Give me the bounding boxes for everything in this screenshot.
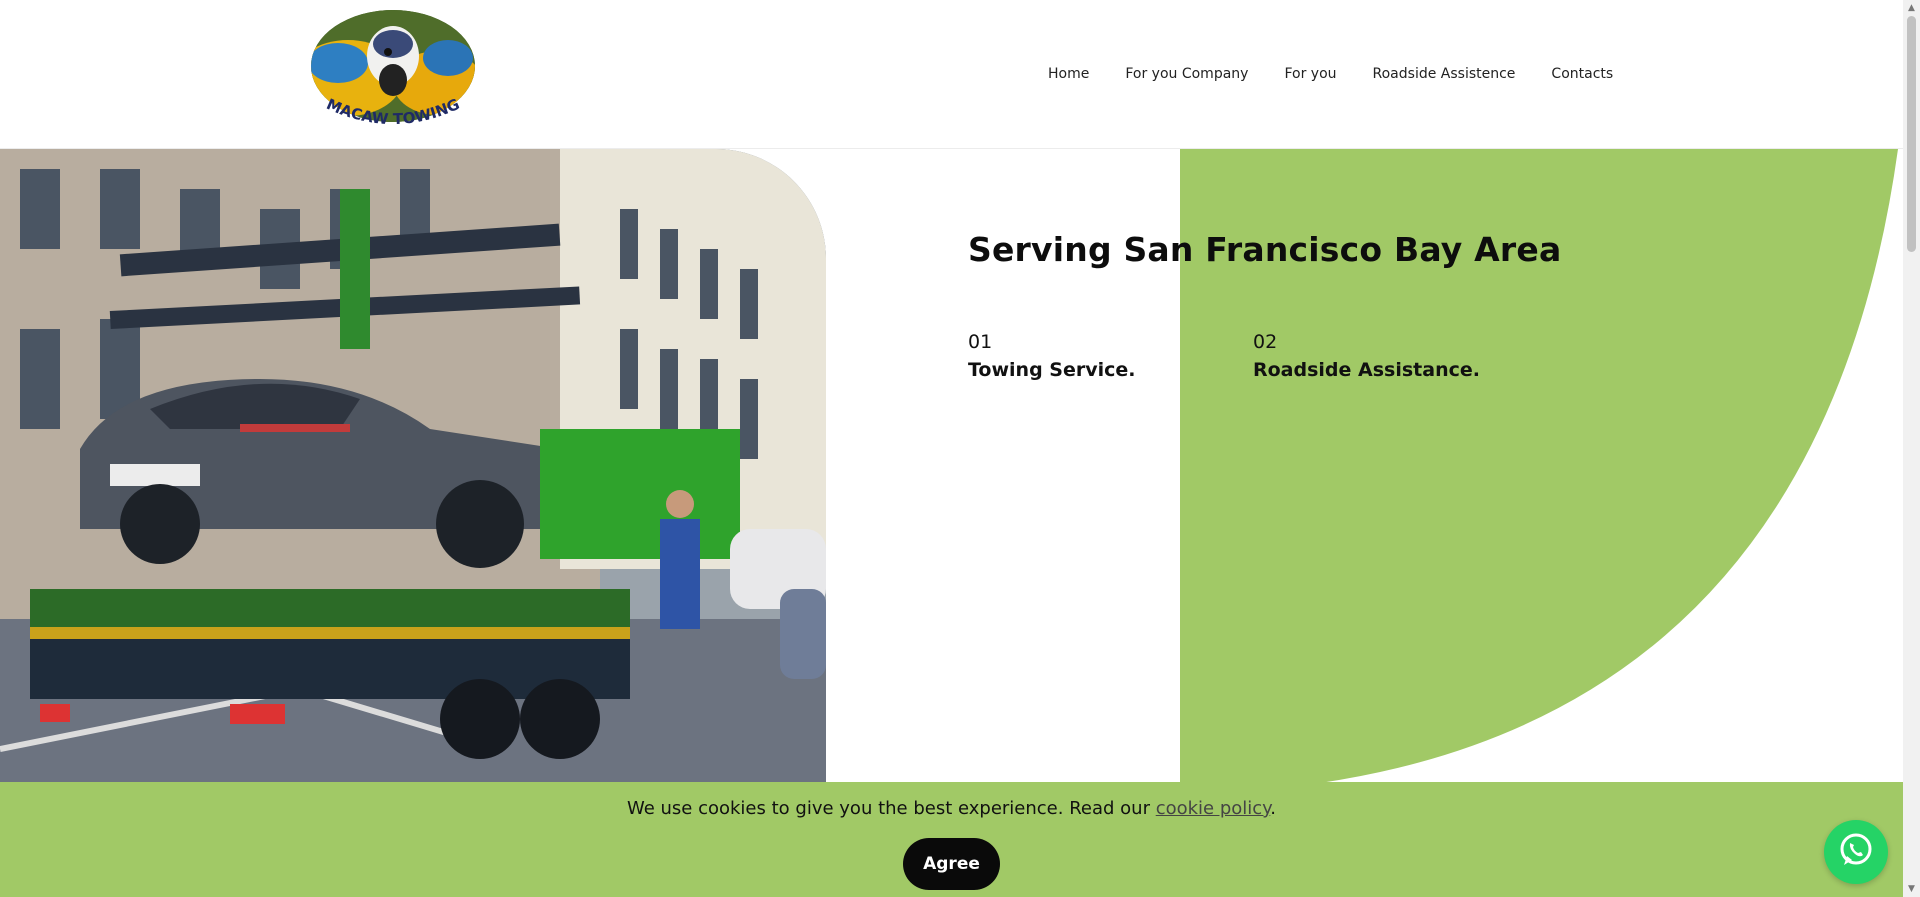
site-header: MACAW TOWING Home For you Company For yo… [0, 0, 1903, 149]
cookie-banner: We use cookies to give you the best expe… [0, 782, 1903, 897]
hero-tow-truck-photo [0, 149, 826, 783]
hero-heading: Serving San Francisco Bay Area [968, 230, 1562, 270]
main-nav: Home For you Company For you Roadside As… [1030, 64, 1631, 84]
cookie-text: We use cookies to give you the best expe… [626, 798, 1156, 819]
scroll-thumb[interactable] [1907, 16, 1916, 252]
scroll-up-arrow-icon[interactable]: ▲ [1903, 0, 1920, 16]
whatsapp-icon [1837, 831, 1875, 873]
feature-number: 01 [968, 331, 993, 353]
feature-roadside: 02 Roadside Assistance. [1253, 330, 1480, 382]
nav-contacts[interactable]: Contacts [1533, 64, 1631, 84]
nav-for-you-company[interactable]: For you Company [1107, 64, 1266, 84]
feature-number: 02 [1253, 331, 1278, 353]
cookie-text-end: . [1270, 798, 1277, 819]
page-scrollbar[interactable]: ▲ ▼ [1903, 0, 1920, 897]
feature-towing: 01 Towing Service. [968, 330, 1136, 382]
nav-roadside-assistence[interactable]: Roadside Assistence [1355, 64, 1534, 84]
cookie-message: We use cookies to give you the best expe… [0, 798, 1903, 819]
feature-title: Roadside Assistance. [1253, 359, 1480, 381]
whatsapp-button[interactable] [1824, 820, 1888, 884]
cookie-policy-link[interactable]: cookie policy [1156, 798, 1271, 819]
nav-for-you[interactable]: For you [1266, 64, 1354, 84]
scroll-down-arrow-icon[interactable]: ▼ [1903, 881, 1920, 897]
agree-button[interactable]: Agree [903, 838, 1000, 890]
macaw-towing-logo[interactable]: MACAW TOWING [308, 8, 478, 136]
feature-title: Towing Service. [968, 359, 1136, 381]
nav-home[interactable]: Home [1030, 64, 1107, 84]
